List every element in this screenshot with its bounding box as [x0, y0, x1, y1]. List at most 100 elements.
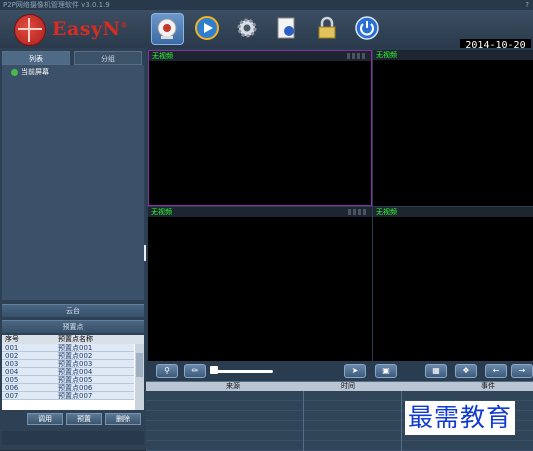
preset-number: 006 — [5, 384, 19, 392]
brand-logo-icon — [14, 14, 46, 46]
preset-number: 004 — [5, 368, 19, 376]
preset-number: 003 — [5, 360, 19, 368]
video-cell-1[interactable]: 无视频 — [148, 50, 372, 206]
layout-grid-button[interactable]: ▦ — [425, 364, 447, 378]
column-divider — [303, 391, 304, 451]
call-preset-button[interactable]: 调用 — [27, 413, 63, 425]
column-header-time: 时间 — [341, 382, 355, 390]
magnifier-icon: ⚲ — [164, 366, 170, 375]
camera-view-button[interactable] — [151, 13, 184, 45]
preset-scrollbar[interactable] — [135, 344, 144, 410]
snapshot-button[interactable]: ▣ — [375, 364, 397, 378]
tree-item-label: 当前屏幕 — [21, 68, 49, 76]
table-row[interactable]: 005 预置点005 — [2, 376, 134, 384]
preset-table-header: 序号 预置点名称 — [2, 335, 144, 344]
playback-button[interactable] — [191, 13, 224, 45]
expand-icon: ❖ — [462, 366, 470, 375]
fullscreen-button[interactable]: ❖ — [455, 364, 477, 378]
left-footer — [2, 431, 144, 445]
preset-header[interactable]: 预置点 — [2, 320, 144, 333]
video-cell-3[interactable]: 无视频 — [148, 207, 372, 361]
column-header-source: 来源 — [226, 382, 240, 390]
volume-slider[interactable] — [211, 370, 273, 373]
table-row[interactable]: 006 预置点006 — [2, 384, 134, 392]
record-settings-button[interactable] — [271, 13, 304, 45]
registered-mark: ® — [120, 20, 128, 30]
previous-page-button[interactable]: ← — [485, 364, 507, 378]
event-log-header: 来源 时间 事件 — [146, 382, 533, 391]
record-button[interactable]: ➤ — [344, 364, 366, 378]
table-row[interactable]: 003 预置点003 — [2, 360, 134, 368]
zoom-button[interactable]: ⚲ — [156, 364, 178, 378]
delete-preset-button[interactable]: 删除 — [105, 413, 141, 425]
gear-icon — [237, 18, 257, 38]
preset-name: 预置点003 — [58, 360, 93, 368]
preset-number: 007 — [5, 392, 19, 400]
cell-control-icons[interactable] — [348, 209, 368, 215]
panel-tabs: 列表 分组 — [2, 51, 142, 65]
online-status-icon — [11, 68, 18, 76]
brand-name: EasyN — [52, 18, 121, 40]
no-video-label: 无视频 — [152, 52, 173, 60]
settings-button[interactable] — [231, 13, 264, 45]
talk-button[interactable]: ✏ — [184, 364, 206, 378]
no-video-label: 无视频 — [376, 51, 397, 59]
scrollbar-thumb[interactable] — [136, 353, 143, 377]
table-row[interactable]: 004 预置点004 — [2, 368, 134, 376]
tab-list[interactable]: 列表 — [2, 51, 70, 65]
video-area: 无视频 无视频 无视频 无视频 ⚲ ✏ ➤ ▣ ▦ ❖ ← → 来源 时间 事件 — [146, 48, 533, 451]
video-cell-2[interactable]: 无视频 — [373, 50, 533, 206]
preset-table: 序号 预置点名称 001 预置点001 002 预置点002 003 预置点003 0… — [2, 335, 144, 410]
app-title: P2P网络摄像机管理软件 v3.0.1.9 — [3, 1, 110, 9]
next-page-button[interactable]: → — [511, 364, 533, 378]
camera-snapshot-icon: ▣ — [382, 366, 390, 375]
no-video-label: 无视频 — [376, 208, 397, 216]
preset-name: 预置点002 — [58, 352, 93, 360]
preset-name: 预置点005 — [58, 376, 93, 384]
document-icon — [277, 17, 295, 39]
column-header-name: 预置点名称 — [58, 335, 93, 343]
power-button[interactable] — [351, 13, 384, 45]
watermark-text: 最需教育 — [405, 401, 516, 435]
record-arrow-icon: ➤ — [351, 366, 359, 375]
tree-item-current-screen[interactable]: 当前屏幕 — [11, 67, 49, 77]
video-cell-header: 无视频 — [373, 207, 533, 217]
left-panel: 列表 分组 当前屏幕 云台 预置点 序号 预置点名称 001 预置点001 002… — [0, 48, 146, 450]
cell-control-icons[interactable] — [347, 53, 367, 59]
tab-group[interactable]: 分组 — [74, 51, 142, 65]
table-row[interactable]: 007 预置点007 — [2, 392, 134, 400]
preset-name: 预置点007 — [58, 392, 93, 400]
arrow-left-icon: ← — [492, 366, 500, 375]
video-cell-header: 无视频 — [149, 51, 371, 61]
device-tree: 当前屏幕 — [2, 65, 144, 300]
no-video-label: 无视频 — [151, 208, 172, 216]
video-cell-header: 无视频 — [373, 50, 533, 60]
camera-icon — [157, 18, 177, 39]
preset-number: 001 — [5, 344, 19, 352]
help-icon[interactable]: ? — [525, 0, 529, 10]
preset-name: 预置点004 — [58, 368, 93, 376]
brand-logo: EasyN® — [52, 18, 128, 40]
preset-number: 002 — [5, 352, 19, 360]
title-bar: P2P网络摄像机管理软件 v3.0.1.9 ? — [0, 0, 533, 10]
column-divider — [401, 391, 402, 451]
lock-icon — [318, 16, 336, 39]
microphone-icon: ✏ — [191, 366, 199, 375]
video-cell-4[interactable]: 无视频 — [373, 207, 533, 361]
video-control-bar: ⚲ ✏ ➤ ▣ ▦ ❖ ← → — [146, 361, 533, 381]
table-row[interactable]: 001 预置点001 — [2, 344, 134, 352]
lock-button[interactable] — [311, 13, 344, 45]
set-preset-button[interactable]: 预置 — [66, 413, 102, 425]
arrow-right-icon: → — [518, 366, 526, 375]
ptz-header[interactable]: 云台 — [2, 304, 144, 317]
grid-icon: ▦ — [432, 366, 440, 375]
video-cell-header: 无视频 — [148, 207, 372, 217]
table-row[interactable]: 002 预置点002 — [2, 352, 134, 360]
column-header-number: 序号 — [5, 335, 19, 343]
power-icon — [355, 16, 379, 40]
preset-number: 005 — [5, 376, 19, 384]
header-toolbar: EasyN® 2014-10-20 — [0, 10, 533, 53]
preset-name: 预置点001 — [58, 344, 93, 352]
column-header-event: 事件 — [481, 382, 495, 390]
play-icon — [195, 16, 219, 40]
